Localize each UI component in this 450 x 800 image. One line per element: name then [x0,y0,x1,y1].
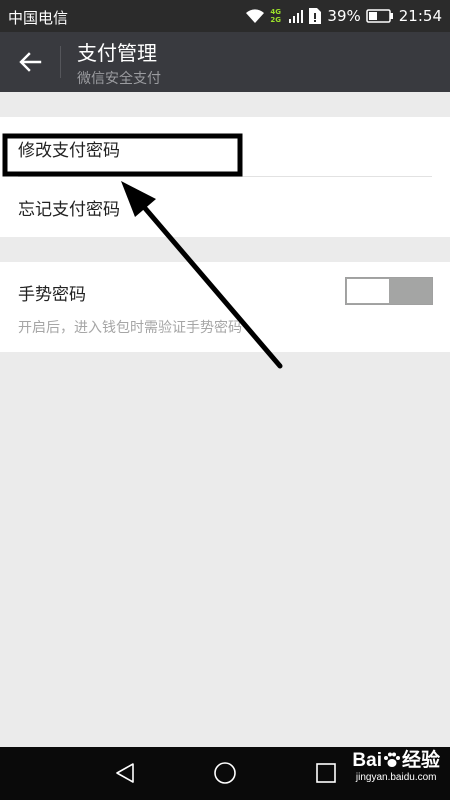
password-settings-group: 修改支付密码 忘记支付密码 [0,117,450,237]
sim-card-icon [309,8,322,24]
watermark-url: jingyan.baidu.com [355,772,437,783]
watermark-logo: Bai 经验 [352,750,440,771]
clock: 21:54 [398,7,442,25]
toggle-knob [347,279,389,303]
gesture-password-group: 手势密码 开启后，进入钱包时需验证手势密码 [0,262,450,352]
app-bar-divider [60,46,61,78]
signal-icon [289,10,304,23]
status-icons: 4G 2G 39% 21:54 [240,0,442,32]
carrier-name: 中国电信 [8,9,69,27]
nav-back-button[interactable] [113,761,137,785]
status-bar: 中国电信 4G 2G 39% 21:54 [0,0,450,32]
nav-recents-button[interactable] [314,761,338,785]
paw-icon [383,752,400,767]
gesture-password-label: 手势密码 [18,285,86,305]
gesture-password-toggle[interactable] [345,277,433,305]
app-bar: 支付管理 微信安全支付 [0,32,450,92]
change-payment-password-label: 修改支付密码 [18,141,120,161]
battery-icon [366,9,393,23]
forgot-payment-password-label: 忘记支付密码 [18,200,120,220]
nav-home-button[interactable] [213,761,237,785]
baidu-jingyan-watermark: Bai 经验 jingyan.baidu.com [352,751,440,783]
change-payment-password-item[interactable]: 修改支付密码 [0,117,450,177]
battery-percent: 39% [327,7,361,25]
wifi-icon [246,9,265,23]
forgot-payment-password-item[interactable]: 忘记支付密码 [0,177,450,237]
back-button[interactable] [14,46,46,78]
back-triangle-icon [116,763,134,783]
page-title: 支付管理 [77,41,157,65]
arrow-left-icon [19,52,42,72]
network-type-badge: 4G 2G [270,8,282,24]
navigation-bar: Bai 经验 jingyan.baidu.com [0,747,450,800]
gesture-password-description: 开启后，进入钱包时需验证手势密码 [18,320,242,336]
home-circle-icon [214,762,236,784]
recents-square-icon [316,763,336,783]
page-subtitle: 微信安全支付 [77,71,161,87]
